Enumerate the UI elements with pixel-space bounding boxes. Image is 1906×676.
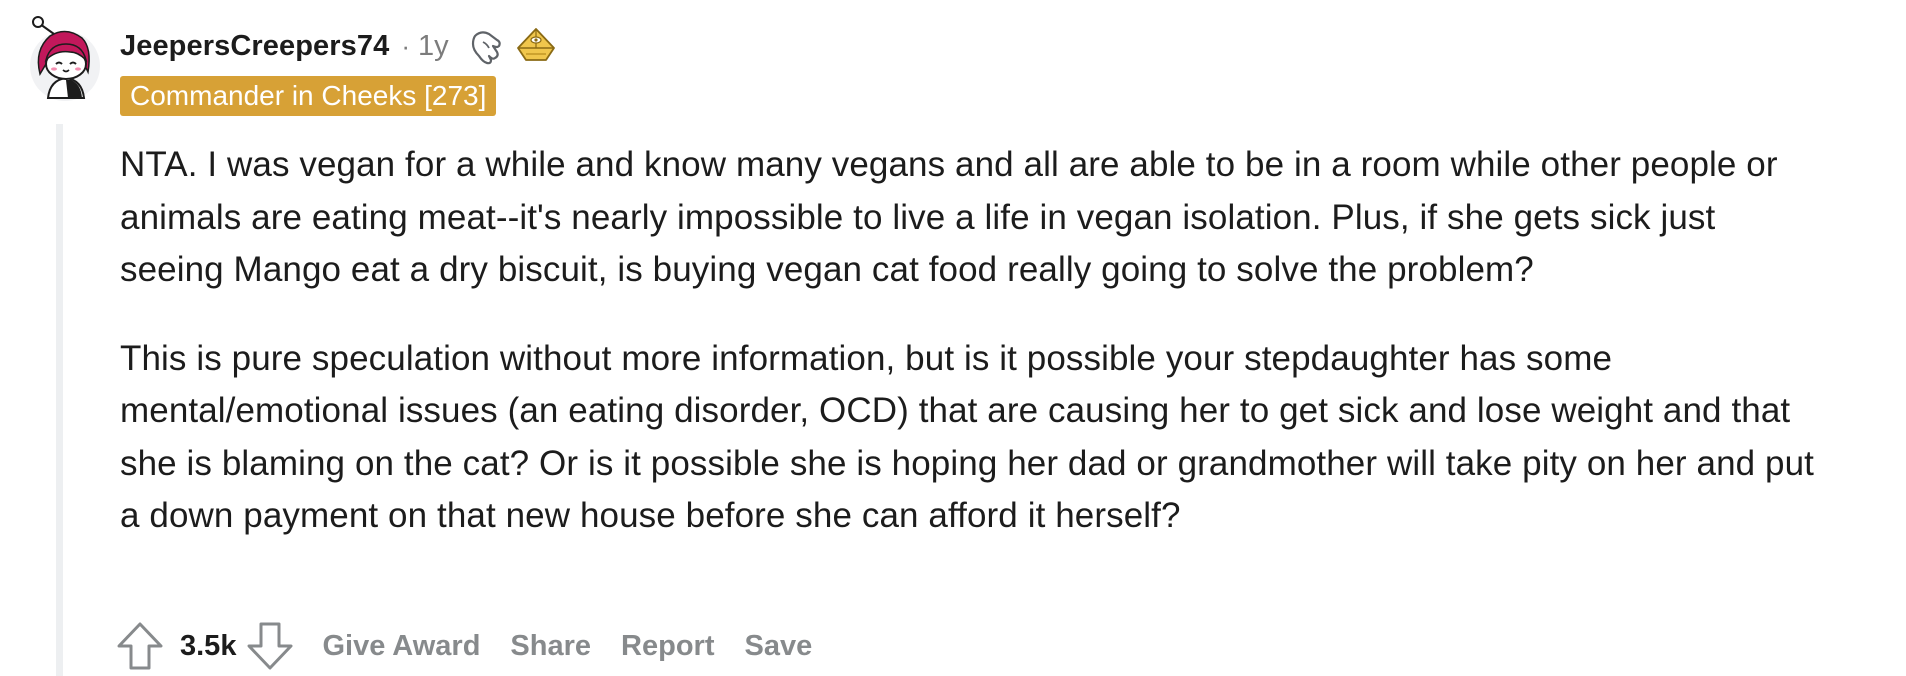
user-flair: Commander in Cheeks [273] <box>120 76 497 116</box>
report-button[interactable]: Report <box>621 630 714 663</box>
comment-body: NTA. I was vegan for a while and know ma… <box>120 139 1820 543</box>
pointing-hand-award-icon[interactable] <box>467 26 509 66</box>
share-button[interactable]: Share <box>510 630 591 663</box>
save-button[interactable]: Save <box>744 630 812 663</box>
upvote-arrow-icon[interactable] <box>116 621 164 671</box>
downvote-arrow-icon[interactable] <box>246 621 294 671</box>
username-link[interactable]: JeepersCreepers74 <box>120 30 389 63</box>
comment-actions: 3.5k Give Award Share Report Save <box>116 618 812 674</box>
snoo-avatar-icon <box>30 16 100 101</box>
avatar[interactable] <box>26 14 100 106</box>
gold-pyramid-award-icon[interactable] <box>515 26 557 66</box>
give-award-button[interactable]: Give Award <box>322 630 480 663</box>
comment-meta: JeepersCreepers74 · 1y <box>120 26 557 66</box>
comment: JeepersCreepers74 · 1y Commander in Chee… <box>0 0 1906 676</box>
separator-dot: · <box>401 30 411 61</box>
timestamp[interactable]: 1y <box>418 30 449 63</box>
vote-score: 3.5k <box>180 629 237 662</box>
comment-paragraph: NTA. I was vegan for a while and know ma… <box>120 145 1778 289</box>
comment-paragraph: This is pure speculation without more in… <box>120 338 1814 536</box>
thread-line[interactable] <box>56 124 63 676</box>
